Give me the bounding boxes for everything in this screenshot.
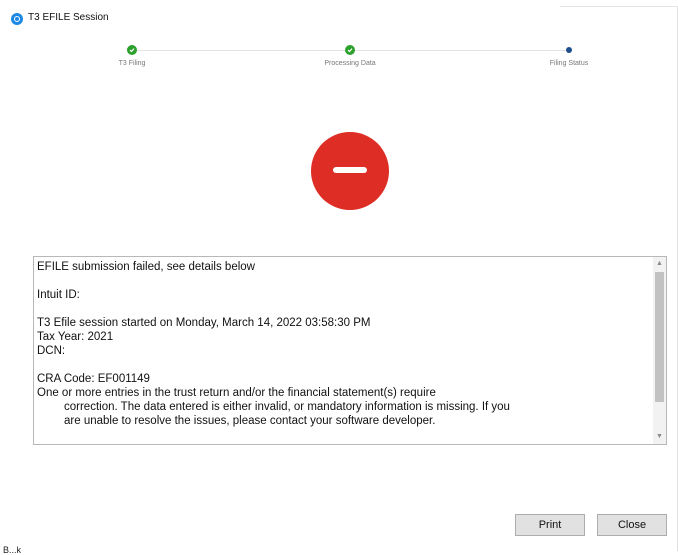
partial-footer-text: B...k [3, 545, 22, 555]
details-line: Intuit ID: [37, 289, 80, 301]
error-minus-bar [333, 167, 367, 173]
print-button[interactable]: Print [515, 514, 585, 536]
details-line: DCN: [37, 345, 66, 357]
details-line: are unable to resolve the issues, please… [64, 415, 436, 427]
details-blank-line [37, 274, 649, 288]
scroll-down-arrow-icon[interactable]: ▼ [653, 430, 666, 444]
details-line: One or more entries in the trust return … [37, 387, 436, 399]
scroll-up-arrow-icon[interactable]: ▲ [653, 257, 666, 271]
details-line: EFILE submission failed, see details bel… [37, 261, 255, 273]
details-line: CRA Code: EF001149 [37, 373, 150, 385]
title-bar: T3 EFILE Session [0, 0, 678, 32]
window-title: T3 EFILE Session [28, 12, 109, 23]
close-button[interactable]: Close [597, 514, 667, 536]
stepper-connector [135, 50, 349, 51]
error-minus-icon [311, 132, 389, 210]
details-textbox[interactable]: EFILE submission failed, see details bel… [33, 256, 667, 445]
efile-app-icon [11, 13, 23, 25]
details-blank-line [37, 358, 649, 372]
step-processing-data-check-icon [345, 45, 355, 55]
details-line: Tax Year: 2021 [37, 331, 114, 343]
step-label-filing-status: Filing Status [549, 60, 589, 67]
scroll-thumb[interactable] [655, 272, 664, 402]
step-filing-status-dot-icon [566, 47, 572, 53]
step-label-t3-filing: T3 Filing [118, 60, 146, 67]
details-blank-line [37, 302, 649, 316]
details-line: T3 Efile session started on Monday, Marc… [37, 317, 371, 329]
progress-stepper: T3 Filing Processing Data Filing Status [0, 42, 678, 82]
step-label-processing-data: Processing Data [324, 60, 376, 67]
efile-session-window: T3 EFILE Session T3 Filing Processing Da… [0, 0, 678, 555]
step-t3-filing-check-icon [127, 45, 137, 55]
details-line: correction. The data entered is either i… [64, 401, 510, 413]
details-scrollbar[interactable]: ▲ ▼ [653, 257, 666, 444]
details-text: EFILE submission failed, see details bel… [37, 260, 649, 428]
stepper-connector [355, 50, 568, 51]
